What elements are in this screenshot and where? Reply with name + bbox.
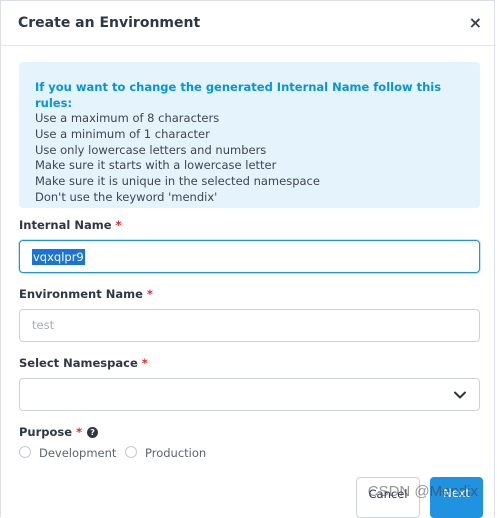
- chevron-down-icon: [454, 391, 466, 399]
- close-icon[interactable]: ×: [469, 13, 482, 32]
- create-environment-dialog: Create an Environment × If you want to c…: [0, 0, 496, 518]
- namespace-select[interactable]: [19, 378, 480, 411]
- environment-name-input[interactable]: test: [19, 309, 480, 342]
- internal-name-input[interactable]: vqxqlpr9: [19, 240, 480, 273]
- dialog-title: Create an Environment: [18, 15, 201, 31]
- radio-production[interactable]: [125, 446, 137, 458]
- help-icon[interactable]: ?: [87, 427, 99, 438]
- namespace-label: Select Namespace *: [19, 356, 148, 370]
- required-marker: *: [115, 218, 122, 232]
- purpose-label-text: Purpose: [19, 425, 73, 439]
- internal-name-label: Internal Name *: [19, 218, 122, 232]
- internal-name-label-text: Internal Name: [19, 218, 112, 232]
- rule-item: Make sure it is unique in the selected n…: [35, 174, 320, 189]
- radio-development[interactable]: [19, 446, 31, 458]
- environment-name-label-text: Environment Name: [19, 287, 143, 301]
- required-marker: *: [146, 287, 153, 301]
- rule-item: Use only lowercase letters and numbers: [35, 142, 267, 157]
- rule-item: Don't use the keyword 'mendix': [35, 189, 218, 204]
- purpose-label: Purpose * ?: [19, 425, 99, 439]
- info-heading: If you want to change the generated Inte…: [35, 80, 442, 110]
- rule-item: Use a maximum of 8 characters: [35, 111, 220, 125]
- dialog-header: Create an Environment ×: [1, 1, 496, 46]
- rule-item: Use a minimum of 1 character: [35, 126, 210, 141]
- radio-label-development[interactable]: Development: [39, 446, 116, 460]
- internal-name-value: vqxqlpr9: [32, 249, 85, 265]
- rule-item: Make sure it starts with a lowercase let…: [35, 158, 277, 173]
- environment-name-placeholder: test: [32, 318, 55, 332]
- required-marker: *: [76, 425, 83, 439]
- info-box: If you want to change the generated Inte…: [19, 62, 480, 208]
- required-marker: *: [141, 356, 148, 370]
- radio-label-production[interactable]: Production: [145, 446, 206, 460]
- watermark: CSDN @Mendix: [367, 483, 478, 500]
- environment-name-label: Environment Name *: [19, 287, 153, 301]
- namespace-label-text: Select Namespace: [19, 356, 138, 370]
